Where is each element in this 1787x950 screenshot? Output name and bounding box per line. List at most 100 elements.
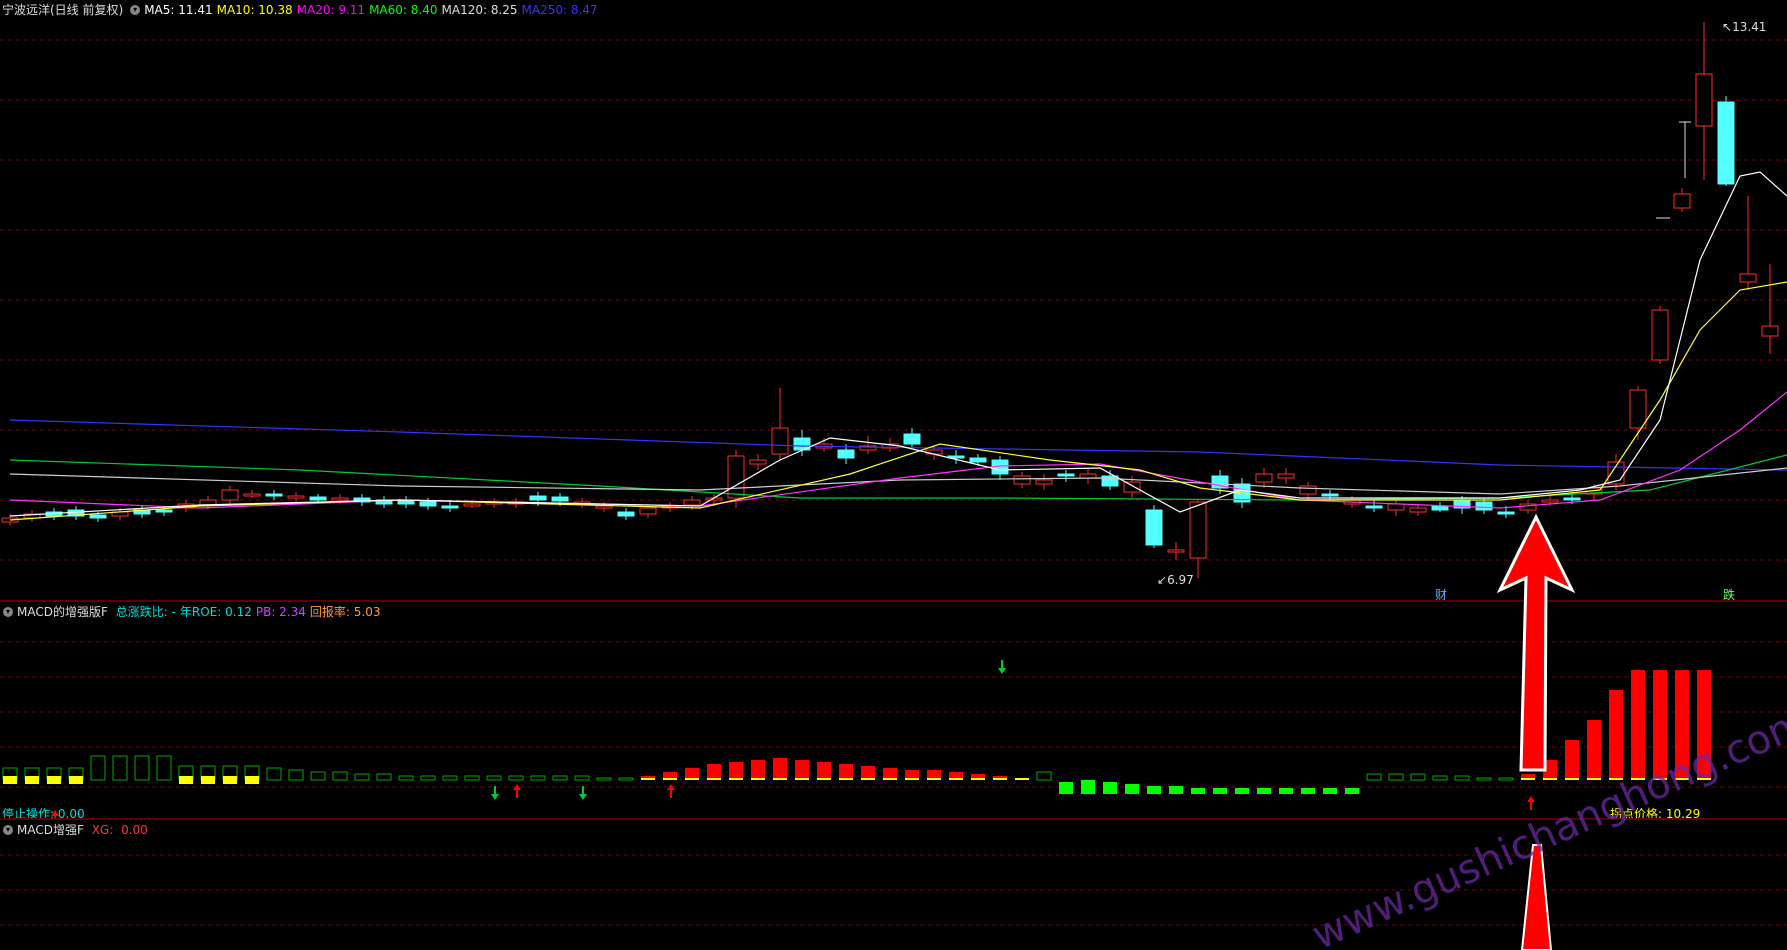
ma-indicator-0[interactable]: MA5: 11.41 xyxy=(144,3,212,17)
candle-body xyxy=(1673,193,1691,209)
candle-body xyxy=(595,505,613,509)
dropdown-icon[interactable]: ▾ xyxy=(3,606,13,617)
macd-bar-outline xyxy=(552,775,568,781)
macd-panel[interactable]: ▾ MACD的增强版F 总涨跌比: - 年ROE: 0.12 PB: 2.34 回报率:… xyxy=(0,602,1787,821)
macd-bar-outline xyxy=(134,755,150,781)
candle-body xyxy=(1299,485,1317,495)
dropdown-icon[interactable]: ▾ xyxy=(3,824,13,835)
macd-bar-yellow-cap xyxy=(1587,778,1601,780)
macd-bar-green xyxy=(1213,788,1227,794)
macd-bar-yellow-cap xyxy=(993,778,1007,780)
macd-bar-yellow-cap xyxy=(663,778,677,780)
candle-body xyxy=(1475,501,1493,511)
macd-bar-outline xyxy=(288,769,304,781)
macd-bar-outline xyxy=(1454,775,1470,781)
ma-indicator-1[interactable]: MA10: 10.38 xyxy=(217,3,293,17)
stock-title[interactable]: 宁波远洋(日线 前复权) xyxy=(2,3,123,17)
macd-bar-outline xyxy=(156,755,172,781)
macd-stats: 总涨跌比: - 年ROE: 0.12 PB: 2.34 回报率: 5.03 xyxy=(116,605,385,619)
candle-body xyxy=(683,499,701,506)
macd-bar-red xyxy=(795,760,809,780)
buy-arrow-icon xyxy=(667,784,675,798)
macd-bar-yellow-cap xyxy=(795,778,809,780)
macd-bar-outline xyxy=(266,767,282,781)
macd-bar-outline xyxy=(464,775,480,781)
macd-bars xyxy=(2,670,1711,794)
macd-bar-yellow-cap xyxy=(1609,778,1623,780)
candle-body xyxy=(1695,73,1713,127)
candle-body xyxy=(1629,389,1647,429)
macd-indicator-name[interactable]: MACD的增强版F xyxy=(17,605,108,619)
macd-bar-yellow-cap xyxy=(861,778,875,780)
macd-bar-green xyxy=(1257,788,1271,794)
candle-body xyxy=(617,511,635,517)
macd-bar-yellow-cap xyxy=(927,778,941,780)
kline-panel[interactable]: 宁波远洋(日线 前复权) ▾ MA5: 11.41 MA10: 10.38 MA20: … xyxy=(0,0,1787,602)
macd-bar-outline xyxy=(530,775,546,781)
macd-bar-outline xyxy=(1388,773,1404,781)
macd-bar-outline xyxy=(1476,777,1492,781)
candle-body xyxy=(1035,479,1053,485)
candle-body xyxy=(1365,505,1383,509)
macd-bar-red xyxy=(1631,670,1645,780)
macd-bar-yellow xyxy=(201,776,215,784)
macd-bar-yellow-cap xyxy=(1015,778,1029,780)
macd-bar-yellow xyxy=(25,776,39,784)
macd-bar-green xyxy=(1301,788,1315,794)
macd-bar-yellow-cap xyxy=(883,778,897,780)
sell-arrow-icon xyxy=(579,786,587,800)
macd-bar-green xyxy=(1059,782,1073,794)
macd-chart[interactable] xyxy=(0,602,1787,818)
candle-body xyxy=(1409,507,1427,513)
macd-bar-red xyxy=(1609,690,1623,780)
candle-body xyxy=(1387,503,1405,511)
ma10-line xyxy=(9,281,1787,521)
macd-bar-red xyxy=(1587,720,1601,780)
dropdown-icon[interactable]: ▾ xyxy=(130,4,141,15)
ma-indicator-4[interactable]: MA120: 8.25 xyxy=(442,3,518,17)
macd-bar-red xyxy=(1697,670,1711,780)
candle-body xyxy=(419,501,437,507)
kline-chart[interactable] xyxy=(0,0,1787,600)
ma60-line xyxy=(9,454,1787,501)
candle-body xyxy=(969,457,987,463)
macd-bar-yellow-cap xyxy=(905,778,919,780)
macd-bar-yellow-cap xyxy=(707,778,721,780)
candle-body xyxy=(441,505,459,509)
macd-bar-outline xyxy=(1366,773,1382,781)
candle-body xyxy=(1651,309,1669,361)
ma-indicator-5[interactable]: MA250: 8.47 xyxy=(522,3,598,17)
xg-indicator-name[interactable]: MACD增强F xyxy=(17,823,84,837)
candle-body xyxy=(155,509,173,513)
candle-body xyxy=(1145,509,1163,546)
candle-body xyxy=(1497,511,1515,515)
ma-indicator-2[interactable]: MA20: 9.11 xyxy=(297,3,365,17)
macd-bar-yellow xyxy=(3,776,17,784)
macd-header: ▾ MACD的增强版F 总涨跌比: - 年ROE: 0.12 PB: 2.34 回报率:… xyxy=(0,604,388,620)
candle-body xyxy=(89,514,107,519)
ma-indicator-3[interactable]: MA60: 8.40 xyxy=(369,3,437,17)
xg-panel[interactable]: ▾ MACD增强F XG: 0.00 xyxy=(0,820,1787,950)
macd-stat-2: PB: 2.34 xyxy=(255,605,306,619)
macd-bar-yellow-cap xyxy=(751,778,765,780)
macd-bar-outline xyxy=(596,777,612,781)
macd-bar-green xyxy=(1103,782,1117,794)
macd-bar-red xyxy=(861,766,875,780)
candle-body xyxy=(1431,505,1449,511)
macd-bar-yellow xyxy=(69,776,83,784)
macd-bar-yellow-cap xyxy=(641,778,655,780)
candle-body xyxy=(463,503,481,507)
macd-bar-yellow xyxy=(47,776,61,784)
macd-bar-outline xyxy=(376,773,392,781)
macd-bar-yellow-cap xyxy=(685,778,699,780)
macd-bar-green xyxy=(1125,784,1139,794)
macd-bar-yellow xyxy=(223,776,237,784)
xg-chart[interactable] xyxy=(0,820,1787,950)
macd-bar-yellow-cap xyxy=(971,778,985,780)
macd-bar-yellow-cap xyxy=(1543,778,1557,780)
candle-body xyxy=(265,493,283,497)
macd-bar-outline xyxy=(442,775,458,781)
macd-bar-green xyxy=(1235,788,1249,794)
macd-bar-red xyxy=(1565,740,1579,780)
macd-bar-outline xyxy=(310,771,326,781)
